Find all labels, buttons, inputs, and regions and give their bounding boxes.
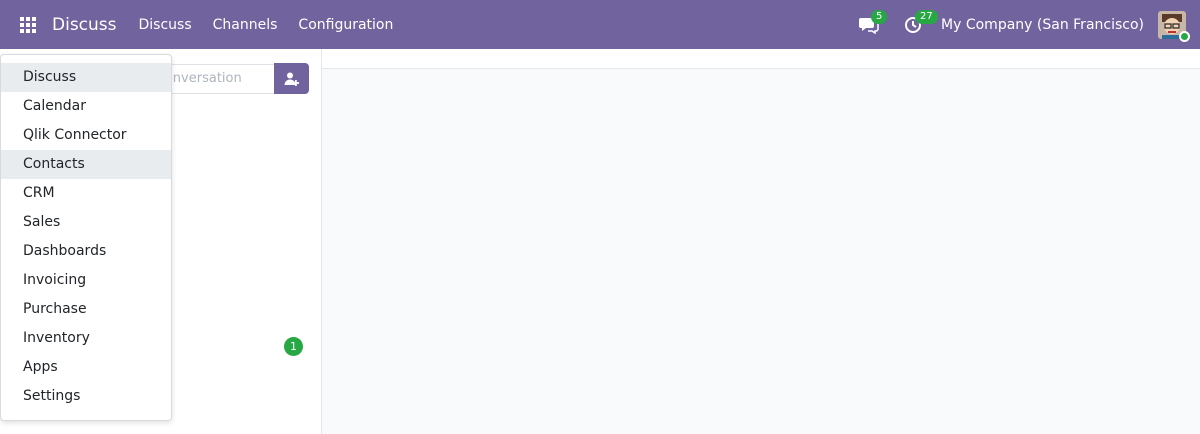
messages-count-badge: 5	[871, 10, 888, 24]
add-user-icon	[284, 72, 299, 86]
apps-dropdown-menu: Discuss Calendar Qlik Connector Contacts…	[0, 54, 172, 421]
apps-menu-button[interactable]	[0, 0, 56, 49]
app-menu-item-discuss[interactable]: Discuss	[1, 63, 171, 92]
nav-menu-channels[interactable]: Channels	[213, 17, 278, 33]
app-menu-item-settings[interactable]: Settings	[1, 382, 171, 411]
app-menu-item-contacts[interactable]: Contacts	[1, 150, 171, 179]
app-brand[interactable]: Discuss	[52, 15, 117, 35]
activities-count-badge: 27	[915, 10, 938, 24]
user-avatar[interactable]	[1158, 10, 1190, 42]
app-menu-item-apps[interactable]: Apps	[1, 353, 171, 382]
thread-header	[322, 49, 1200, 69]
app-menu-item-purchase[interactable]: Purchase	[1, 295, 171, 324]
apps-grid-icon	[20, 16, 36, 33]
nav-menu-discuss[interactable]: Discuss	[139, 17, 192, 33]
sidebar-unread-counter: 1	[284, 337, 303, 356]
company-switcher[interactable]: My Company (San Francisco)	[941, 17, 1144, 33]
app-menu-item-dashboards[interactable]: Dashboards	[1, 237, 171, 266]
messaging-menu[interactable]: 5	[847, 0, 891, 49]
main-content	[322, 49, 1200, 434]
app-menu-item-crm[interactable]: CRM	[1, 179, 171, 208]
start-conversation-button[interactable]	[274, 63, 309, 94]
app-menu-item-invoicing[interactable]: Invoicing	[1, 266, 171, 295]
navbar-systray: 5 27 My Company (San Francisco)	[847, 0, 1200, 49]
online-status-dot	[1179, 30, 1190, 42]
app-menu-item-sales[interactable]: Sales	[1, 208, 171, 237]
top-navbar: Discuss Discuss Channels Configuration 5…	[0, 0, 1200, 49]
app-menu-item-calendar[interactable]: Calendar	[1, 92, 171, 121]
nav-menu-configuration[interactable]: Configuration	[298, 17, 393, 33]
activity-menu[interactable]: 27	[891, 0, 938, 49]
app-menu-item-inventory[interactable]: Inventory	[1, 324, 171, 353]
app-menu-item-qlik-connector[interactable]: Qlik Connector	[1, 121, 171, 150]
